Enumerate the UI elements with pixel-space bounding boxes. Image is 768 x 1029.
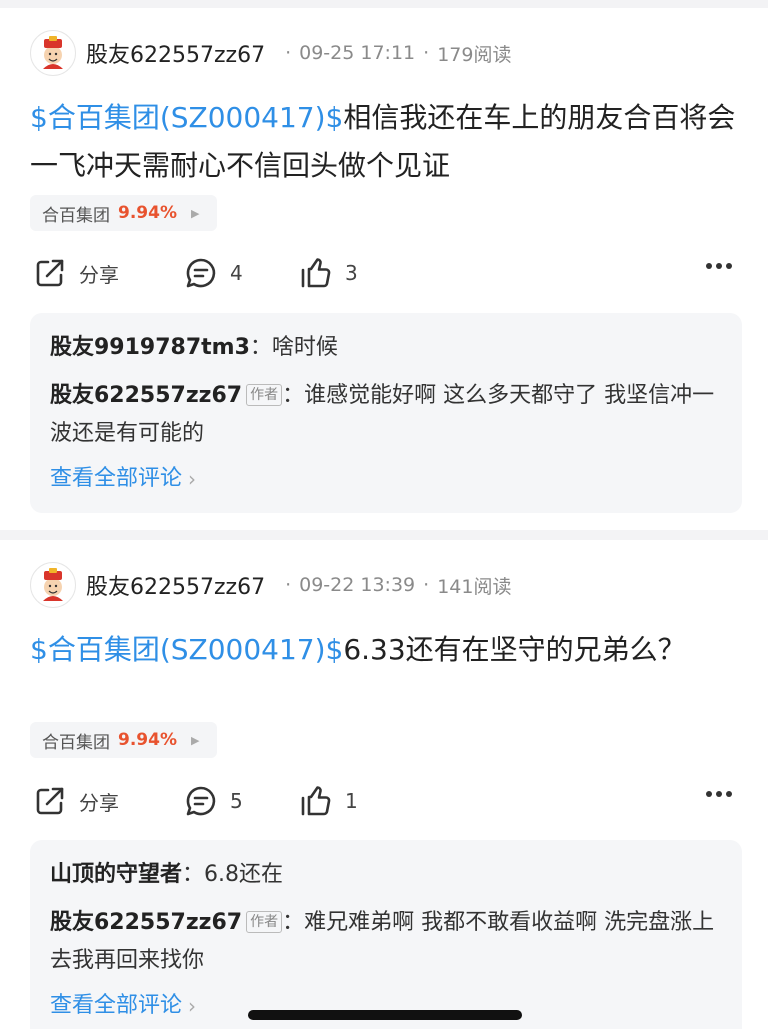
comment-item: 股友622557zz67 作者 ：难兄难弟啊 我都不敢看收益啊 洗完盘涨上去我再回来… xyxy=(50,904,722,980)
caishen-avatar-icon xyxy=(43,36,63,69)
post-meta: · 09-22 13:39 · 141阅读 xyxy=(277,572,511,599)
post-reads: 141阅读 xyxy=(437,575,512,598)
author-badge: 作者 xyxy=(246,911,283,933)
like-button[interactable]: 3 xyxy=(299,256,358,290)
share-button[interactable]: 分享 xyxy=(33,784,119,818)
comment-item: 山顶的守望者：6.8还在 xyxy=(50,856,722,894)
comment-icon xyxy=(186,258,216,288)
stock-chip-name: 合百集团 xyxy=(42,732,110,753)
stock-chip[interactable]: 合百集团 9.94% ▶ xyxy=(30,195,218,231)
view-all-comments-link[interactable]: 查看全部评论 › xyxy=(50,457,196,501)
comment-item: 股友9919787tm3：啥时候 xyxy=(50,329,722,367)
post-text: 6.33还有在坚守的兄弟么？ xyxy=(343,633,686,666)
comment-text: 6.8还在 xyxy=(204,862,284,887)
comment-item: 股友622557zz67 作者 ：谁感觉能好啊 这么多天都守了 我坚信冲一波还是有可… xyxy=(50,377,722,453)
post-header: 股友622557zz67 · 09-25 17:11 · 179阅读 xyxy=(30,28,511,78)
view-all-label: 查看全部评论 xyxy=(50,466,183,491)
chevron-right-icon: ▶ xyxy=(190,733,200,747)
post-meta: · 09-25 17:11 · 179阅读 xyxy=(277,40,511,67)
share-icon xyxy=(36,787,64,815)
like-count: 3 xyxy=(345,261,358,285)
stock-tag-link[interactable]: $合百集团(SZ000417)$ xyxy=(30,101,343,134)
action-bar: 分享 4 3 xyxy=(30,253,742,293)
post-username[interactable]: 股友622557zz67 xyxy=(86,569,265,601)
comment-button[interactable]: 4 xyxy=(184,256,243,290)
comment-colon: ： xyxy=(282,910,305,935)
share-label: 分享 xyxy=(79,790,119,815)
comment-colon: ： xyxy=(282,383,305,408)
post-content[interactable]: $合百集团(SZ000417)$6.33还有在坚守的兄弟么？ xyxy=(30,626,742,674)
comment-icon xyxy=(186,786,216,816)
like-button[interactable]: 1 xyxy=(299,784,358,818)
more-dots-icon[interactable] xyxy=(706,791,736,797)
home-indicator[interactable] xyxy=(248,1010,522,1020)
chevron-right-icon: › xyxy=(188,467,197,491)
comment-count: 4 xyxy=(230,261,243,285)
share-icon xyxy=(36,259,64,287)
comment-count: 5 xyxy=(230,789,243,813)
post-username[interactable]: 股友622557zz67 xyxy=(86,37,265,69)
thumbs-up-icon xyxy=(301,258,331,288)
more-dots-icon[interactable] xyxy=(706,263,736,269)
thumbs-up-icon xyxy=(301,786,331,816)
comment-colon: ： xyxy=(249,335,272,360)
comment-author[interactable]: 股友622557zz67 xyxy=(50,383,242,408)
comment-author[interactable]: 山顶的守望者 xyxy=(50,862,182,887)
stock-chip-change: 9.94% xyxy=(118,203,177,223)
share-label: 分享 xyxy=(79,262,119,287)
stock-chip-change: 9.94% xyxy=(118,730,177,750)
action-bar: 分享 5 1 xyxy=(30,781,742,821)
view-all-comments-link[interactable]: 查看全部评论 › xyxy=(50,984,196,1028)
post-date: 09-22 13:39 xyxy=(299,574,416,596)
post-content[interactable]: $合百集团(SZ000417)$相信我还在车上的朋友合百将会一飞冲天需耐心不信回… xyxy=(30,94,742,190)
comment-preview[interactable]: 山顶的守望者：6.8还在 股友622557zz67 作者 ：难兄难弟啊 我都不敢看收… xyxy=(30,840,742,1029)
avatar[interactable] xyxy=(30,562,76,608)
view-all-label: 查看全部评论 xyxy=(50,993,183,1018)
comment-button[interactable]: 5 xyxy=(184,784,243,818)
comment-author[interactable]: 股友9919787tm3 xyxy=(50,335,250,360)
stock-chip[interactable]: 合百集团 9.94% ▶ xyxy=(30,722,218,758)
post-divider xyxy=(0,530,768,540)
post-date: 09-25 17:11 xyxy=(299,42,416,64)
top-divider xyxy=(0,0,768,8)
meta-separator: · xyxy=(423,42,430,64)
avatar[interactable] xyxy=(30,30,76,76)
stock-chip-name: 合百集团 xyxy=(42,205,110,226)
comment-author[interactable]: 股友622557zz67 xyxy=(50,910,242,935)
comment-preview[interactable]: 股友9919787tm3：啥时候 股友622557zz67 作者 ：谁感觉能好啊 这… xyxy=(30,313,742,513)
meta-separator: · xyxy=(285,574,292,596)
comment-colon: ： xyxy=(182,862,205,887)
chevron-right-icon: › xyxy=(188,994,197,1018)
comment-text: 啥时候 xyxy=(271,335,338,360)
like-count: 1 xyxy=(345,789,358,813)
post-header: 股友622557zz67 · 09-22 13:39 · 141阅读 xyxy=(30,560,511,610)
stock-tag-link[interactable]: $合百集团(SZ000417)$ xyxy=(30,633,343,666)
share-button[interactable]: 分享 xyxy=(33,256,119,290)
meta-separator: · xyxy=(423,574,430,596)
chevron-right-icon: ▶ xyxy=(190,206,200,220)
meta-separator: · xyxy=(285,42,292,64)
post-reads: 179阅读 xyxy=(437,43,512,66)
author-badge: 作者 xyxy=(246,384,283,406)
caishen-avatar-icon xyxy=(43,568,63,601)
